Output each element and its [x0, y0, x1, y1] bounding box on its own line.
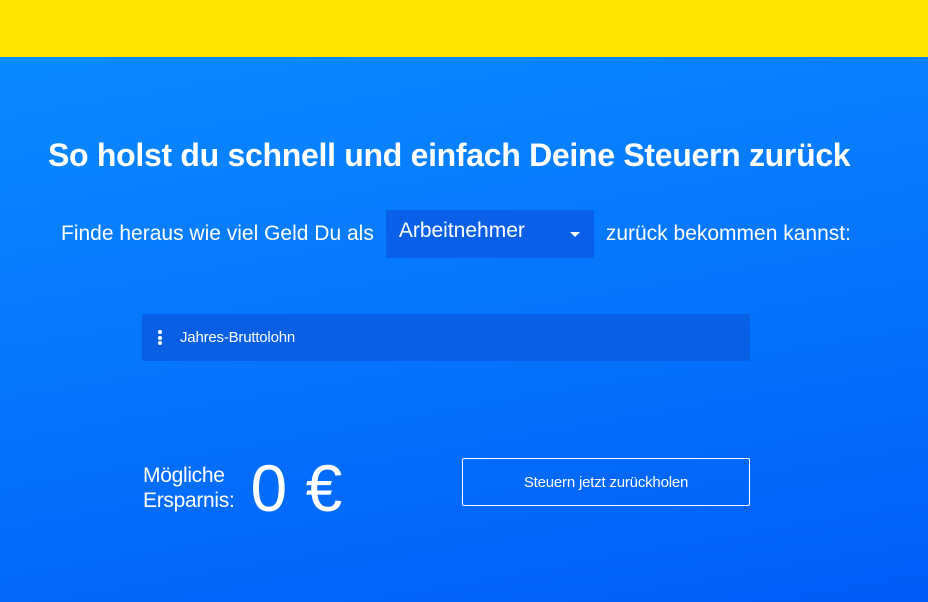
possible-savings: Mögliche Ersparnis: 0 €	[143, 455, 342, 521]
kebab-menu-icon	[158, 330, 162, 345]
employment-type-value: Arbeitnehmer	[398, 219, 525, 242]
gross-salary-placeholder: Jahres-Bruttolohn	[180, 329, 295, 346]
lead-sentence: Finde heraus wie viel Geld Du als Arbeit…	[61, 210, 851, 258]
page: So holst du schnell und einfach Deine St…	[0, 0, 928, 602]
savings-label-line2: Ersparnis:	[143, 489, 235, 512]
lead-prefix: Finde heraus wie viel Geld Du als	[61, 222, 374, 245]
savings-label: Mögliche Ersparnis:	[143, 463, 235, 513]
page-title: So holst du schnell und einfach Deine St…	[48, 137, 851, 173]
lead-suffix: zurück bekommen kannst:	[605, 222, 851, 245]
tax-refund-hero: So holst du schnell und einfach Deine St…	[0, 57, 928, 602]
gross-salary-input[interactable]: Jahres-Bruttolohn	[142, 314, 750, 361]
claim-refund-button[interactable]: Steuern jetzt zurückholen	[462, 458, 750, 506]
employment-type-select[interactable]: Arbeitnehmer	[385, 210, 594, 258]
savings-label-line1: Mögliche	[143, 464, 225, 487]
caret-down-icon	[569, 231, 580, 237]
top-bar	[0, 0, 928, 57]
savings-amount: 0 €	[250, 451, 343, 525]
